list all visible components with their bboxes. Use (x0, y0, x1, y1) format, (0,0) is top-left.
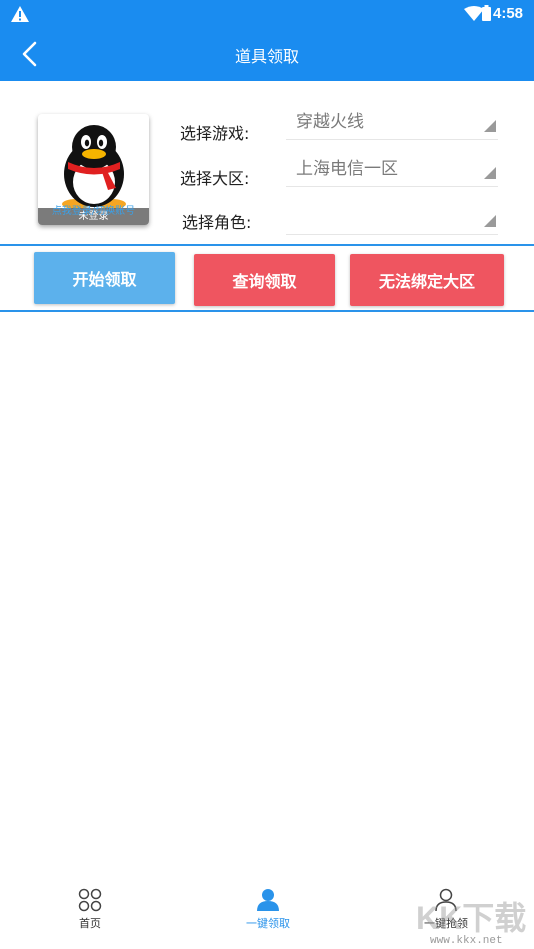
nav-item-label: 首页 (79, 917, 101, 930)
dropdown-corner-icon (484, 164, 496, 183)
role-select[interactable] (286, 195, 498, 235)
grid-icon (78, 888, 102, 916)
status-bar: 4:58 (0, 0, 534, 28)
nav-item-one-click-claim[interactable]: 一键领取 (208, 878, 328, 938)
dropdown-corner-icon (484, 212, 496, 231)
nav-item-label: 一键领取 (246, 917, 290, 930)
page-title: 道具领取 (234, 47, 299, 66)
warning-icon (10, 5, 30, 27)
user-icon (256, 888, 280, 916)
app-bar: 道具领取 (0, 28, 534, 81)
cannot-bind-region-button[interactable]: 无法绑定大区 (350, 254, 504, 306)
battery-icon (482, 5, 491, 25)
watermark: KK下载 www.kkx.net (416, 893, 534, 949)
start-claim-button[interactable]: 开始领取 (34, 252, 175, 304)
wifi-icon (464, 6, 484, 26)
clock-time: 4:58 (493, 5, 524, 22)
region-select[interactable]: 上海电信一区 (286, 147, 498, 187)
divider (0, 244, 534, 246)
account-avatar-button[interactable]: 点我登录/切换账号 未登录 (38, 114, 149, 225)
watermark-logo: KK下载 (416, 900, 527, 936)
region-label: 选择大区: (180, 169, 250, 188)
game-label: 选择游戏: (180, 124, 250, 143)
dropdown-corner-icon (484, 117, 496, 136)
query-claim-button[interactable]: 查询领取 (194, 254, 335, 306)
region-select-value: 上海电信一区 (296, 159, 398, 179)
role-label: 选择角色: (182, 213, 252, 232)
game-select-value: 穿越火线 (296, 112, 364, 132)
divider (0, 310, 534, 312)
nav-item-home[interactable]: 首页 (30, 878, 150, 938)
login-switch-hint: 点我登录/切换账号 (51, 206, 136, 217)
game-select[interactable]: 穿越火线 (286, 100, 498, 140)
watermark-url: www.kkx.net (430, 935, 503, 947)
